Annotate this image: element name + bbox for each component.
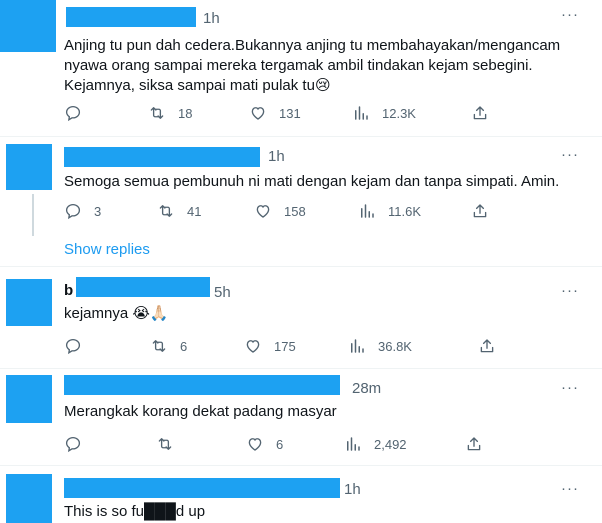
tweet-timestamp[interactable]: 5h (214, 284, 231, 301)
tweet-text: Merangkak korang dekat padang masyar (64, 402, 337, 422)
like-count: 131 (279, 105, 301, 121)
share-button[interactable] (471, 202, 489, 220)
bar-chart-icon (347, 437, 360, 451)
reply-icon (65, 105, 81, 122)
retweet-icon (152, 340, 166, 352)
share-icon (473, 204, 487, 218)
share-button[interactable] (471, 104, 489, 122)
heart-icon (248, 438, 262, 451)
reply-button[interactable]: 3 (64, 202, 101, 220)
reply-count: 3 (94, 203, 102, 219)
like-button[interactable]: 6 (246, 435, 283, 453)
view-count: 11.6K (388, 203, 422, 219)
tweet[interactable]: 1h ··· This is so fu███d up (0, 466, 602, 523)
tweet[interactable]: 1h ··· Anjing tu pun dah cedera.Bukannya… (0, 0, 602, 136)
tweet-text-line: Kejamnya, siksa sampai mati pulak tu😢 (64, 77, 331, 94)
share-icon (480, 339, 494, 353)
avatar[interactable] (6, 279, 52, 326)
retweet-button[interactable] (156, 435, 186, 453)
share-button[interactable] (465, 435, 483, 453)
view-count: 2,492 (374, 436, 407, 452)
more-icon[interactable]: ··· (561, 282, 579, 299)
share-icon (473, 106, 487, 120)
like-count: 6 (276, 436, 284, 452)
tweet-timestamp[interactable]: 28m (352, 380, 381, 397)
reply-button[interactable] (64, 435, 94, 453)
retweet-icon (159, 205, 173, 217)
redacted-username (64, 478, 340, 498)
like-button[interactable]: 175 (244, 337, 296, 355)
redacted-username (64, 147, 260, 167)
avatar[interactable] (0, 0, 56, 52)
retweet-icon (150, 107, 164, 119)
redacted-username (64, 375, 340, 395)
retweet-count: 18 (178, 105, 193, 121)
retweet-button[interactable]: 41 (157, 202, 201, 220)
retweet-count: 6 (180, 338, 188, 354)
tweet[interactable]: b 5h ··· kejamnya 😭🙏🏻 6 175 36.8K (0, 267, 602, 368)
username-partial[interactable]: b (64, 281, 73, 301)
retweet-button[interactable]: 6 (150, 337, 187, 355)
more-icon[interactable]: ··· (561, 379, 579, 396)
tweet-text: Anjing tu pun dah cedera.Bukannya anjing… (64, 36, 560, 96)
bar-chart-icon (361, 204, 374, 218)
heart-icon (251, 107, 265, 120)
views-button[interactable]: 2,492 (344, 435, 407, 453)
reply-icon (65, 203, 81, 220)
tweet-text-line: nyawa orang sampai mereka tergamak ambil… (64, 57, 533, 74)
reply-icon (65, 338, 81, 355)
share-icon (467, 437, 481, 451)
retweet-button[interactable]: 18 (148, 104, 192, 122)
retweet-count: 41 (187, 203, 202, 219)
bar-chart-icon (355, 106, 368, 120)
view-count: 12.3K (382, 105, 416, 121)
tweet-timestamp[interactable]: 1h (344, 481, 361, 498)
tweet-text-line: Merangkak korang dekat padang masyar (64, 403, 337, 420)
share-button[interactable] (478, 337, 496, 355)
tweet-timestamp[interactable]: 1h (203, 10, 220, 27)
avatar[interactable] (6, 375, 52, 423)
reply-icon (65, 436, 81, 453)
tweet-text-line: kejamnya 😭🙏🏻 (64, 305, 169, 322)
tweet-timestamp[interactable]: 1h (268, 148, 285, 165)
avatar[interactable] (6, 144, 52, 190)
reply-button[interactable] (64, 104, 94, 122)
heart-icon (246, 340, 260, 353)
bar-chart-icon (351, 339, 364, 353)
like-count: 158 (284, 203, 306, 219)
redacted-username (76, 277, 210, 297)
heart-icon (256, 205, 270, 218)
tweet-text-line: This is so fu███d up (64, 503, 206, 520)
avatar[interactable] (6, 474, 52, 523)
views-button[interactable]: 36.8K (348, 337, 412, 355)
more-icon[interactable]: ··· (561, 480, 579, 497)
retweet-icon (158, 438, 172, 450)
thread-line (32, 194, 34, 236)
view-count: 36.8K (378, 338, 412, 354)
tweet-text-line: Anjing tu pun dah cedera.Bukannya anjing… (64, 37, 561, 54)
views-button[interactable]: 12.3K (352, 104, 416, 122)
like-button[interactable]: 158 (254, 202, 306, 220)
tweet-text-line: Semoga semua pembunuh ni mati dengan kej… (64, 173, 560, 190)
like-button[interactable]: 131 (249, 104, 301, 122)
tweet[interactable]: 1h ··· Semoga semua pembunuh ni mati den… (0, 137, 602, 266)
show-replies-link[interactable]: Show replies (64, 241, 150, 258)
reply-button[interactable] (64, 337, 94, 355)
tweet-text: Semoga semua pembunuh ni mati dengan kej… (64, 172, 559, 192)
like-count: 175 (274, 338, 296, 354)
tweet-text: kejamnya 😭🙏🏻 (64, 304, 169, 324)
tweet[interactable]: 28m ··· Merangkak korang dekat padang ma… (0, 369, 602, 465)
more-icon[interactable]: ··· (561, 6, 579, 23)
tweet-text: This is so fu███d up (64, 502, 205, 522)
redacted-username (66, 7, 196, 27)
more-icon[interactable]: ··· (561, 146, 579, 163)
views-button[interactable]: 11.6K (358, 202, 421, 220)
